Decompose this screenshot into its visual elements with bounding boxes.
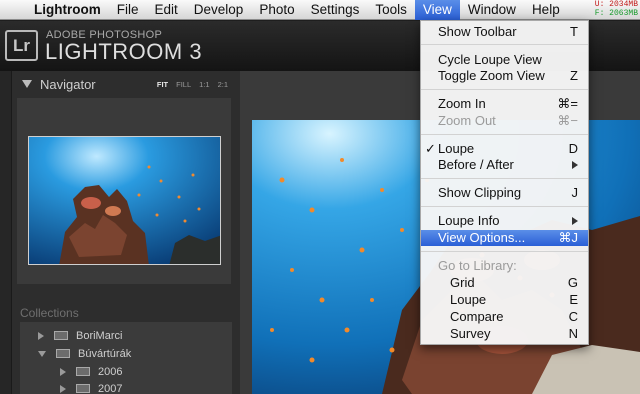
menu-item-label: Zoom In	[438, 96, 486, 111]
expand-arrow-icon[interactable]	[60, 384, 66, 393]
menu-item-label: Grid	[450, 275, 475, 290]
memory-used: U: 2034MB	[594, 0, 638, 9]
zoom-fill[interactable]: FILL	[176, 80, 191, 89]
view-menu-dropdown: Show Toolbar T Cycle Loupe View Toggle Z…	[420, 20, 589, 345]
collection-set-icon	[76, 367, 90, 376]
menu-item-label: Cycle Loupe View	[438, 52, 542, 67]
menu-item-grid[interactable]: Grid G	[421, 275, 588, 291]
menu-item-label: View Options...	[438, 230, 526, 245]
menu-separator	[421, 44, 588, 45]
menu-help[interactable]: Help	[524, 0, 568, 20]
menu-separator	[421, 134, 588, 135]
collection-label: 2007	[98, 382, 123, 394]
menu-separator	[421, 251, 588, 252]
menu-item-shortcut: ⌘J	[558, 230, 579, 245]
menu-tools[interactable]: Tools	[367, 0, 415, 20]
menu-develop[interactable]: Develop	[186, 0, 252, 20]
navigator-title: Navigator	[40, 77, 96, 92]
menu-item-shortcut: T	[570, 24, 578, 39]
menu-item-label: Survey	[450, 326, 491, 341]
collection-row[interactable]: 2006	[60, 363, 122, 380]
menu-separator	[421, 178, 588, 179]
collection-set-icon	[76, 384, 90, 393]
submenu-arrow-icon	[572, 161, 578, 169]
menu-item-library-loupe[interactable]: Loupe E	[421, 292, 588, 308]
menu-item-shortcut: J	[571, 185, 579, 200]
menu-item-zoom-out: Zoom Out ⌘−	[421, 113, 588, 129]
memory-free: F: 2063MB	[594, 9, 638, 18]
zoom-fit[interactable]: FIT	[157, 80, 168, 89]
collections-header[interactable]: Collections	[20, 306, 79, 320]
menu-photo[interactable]: Photo	[251, 0, 302, 20]
menu-lightroom[interactable]: Lightroom	[26, 0, 109, 20]
zoom-options: FIT FILL 1:1 2:1	[157, 80, 228, 89]
disclosure-triangle-icon[interactable]	[22, 80, 32, 88]
left-panel-edge[interactable]	[0, 71, 12, 394]
zoom-2-1[interactable]: 2:1	[218, 80, 228, 89]
menu-window[interactable]: Window	[460, 0, 524, 20]
menu-item-view-options[interactable]: View Options... ⌘J	[421, 230, 588, 246]
menu-item-go-to-library: Go to Library:	[421, 258, 588, 274]
collection-set-icon	[56, 349, 70, 358]
collapse-arrow-icon[interactable]	[38, 350, 46, 357]
collection-label: BoriMarci	[76, 329, 123, 342]
menu-separator	[421, 206, 588, 207]
menu-item-zoom-in[interactable]: Zoom In ⌘=	[421, 96, 588, 112]
menu-settings[interactable]: Settings	[303, 0, 368, 20]
collection-label: 2006	[98, 365, 123, 378]
menu-item-label: Compare	[450, 309, 504, 324]
menu-item-label: Loupe	[438, 141, 475, 156]
menu-item-shortcut: D	[568, 141, 578, 156]
menu-item-shortcut: Z	[570, 68, 578, 83]
menu-item-label: Loupe Info	[438, 213, 500, 228]
zoom-1-1[interactable]: 1:1	[199, 80, 209, 89]
navigator-header[interactable]: Navigator FIT FILL 1:1 2:1	[12, 74, 234, 96]
collection-label: Búvártúrák	[78, 347, 132, 360]
menu-item-label: Show Toolbar	[438, 24, 517, 39]
lightroom-logo: Lr	[5, 30, 38, 61]
navigator-thumbnail[interactable]	[28, 136, 221, 265]
reef-thumbnail-image	[29, 137, 220, 264]
menu-item-label: Zoom Out	[438, 113, 496, 128]
menu-item-label: Loupe	[450, 292, 487, 307]
collection-row[interactable]: BoriMarci	[38, 327, 122, 344]
menu-item-shortcut: G	[567, 275, 578, 290]
menu-edit[interactable]: Edit	[147, 0, 186, 20]
menu-item-show-clipping[interactable]: Show Clipping J	[421, 185, 588, 201]
submenu-arrow-icon	[572, 217, 578, 225]
menu-item-loupe-info[interactable]: Loupe Info	[421, 213, 588, 229]
menu-item-survey[interactable]: Survey N	[421, 326, 588, 342]
menu-file[interactable]: File	[109, 0, 147, 20]
menu-view[interactable]: View	[414, 0, 460, 20]
menu-item-label: Toggle Zoom View	[438, 68, 545, 83]
menu-item-shortcut: N	[568, 326, 578, 341]
menu-item-shortcut: C	[568, 309, 578, 324]
collection-set-icon	[54, 331, 68, 340]
menu-item-before-after[interactable]: Before / After	[421, 157, 588, 173]
menu-item-shortcut: ⌘−	[557, 113, 578, 128]
menu-item-show-toolbar[interactable]: Show Toolbar T	[421, 24, 588, 40]
menu-item-loupe[interactable]: ✓ Loupe D	[421, 141, 588, 157]
menu-item-label: Before / After	[438, 157, 514, 172]
menu-bar: Lightroom File Edit Develop Photo Settin…	[0, 0, 640, 20]
menu-separator	[421, 89, 588, 90]
menu-item-shortcut: ⌘=	[557, 96, 578, 111]
checkmark-icon: ✓	[425, 141, 436, 156]
menu-item-compare[interactable]: Compare C	[421, 309, 588, 325]
header-title: LIGHTROOM 3	[45, 39, 203, 64]
menu-item-toggle-zoom-view[interactable]: Toggle Zoom View Z	[421, 68, 588, 84]
collection-row[interactable]: Búvártúrák	[38, 345, 131, 362]
menu-item-shortcut: E	[569, 292, 578, 307]
memory-readout: U: 2034MB F: 2063MB	[595, 0, 638, 18]
expand-arrow-icon[interactable]	[38, 331, 44, 340]
menu-item-cycle-loupe-view[interactable]: Cycle Loupe View	[421, 52, 588, 68]
collection-row[interactable]: 2007	[60, 380, 122, 394]
menu-item-label: Show Clipping	[438, 185, 522, 200]
menu-item-label: Go to Library:	[438, 258, 517, 273]
expand-arrow-icon[interactable]	[60, 367, 66, 376]
